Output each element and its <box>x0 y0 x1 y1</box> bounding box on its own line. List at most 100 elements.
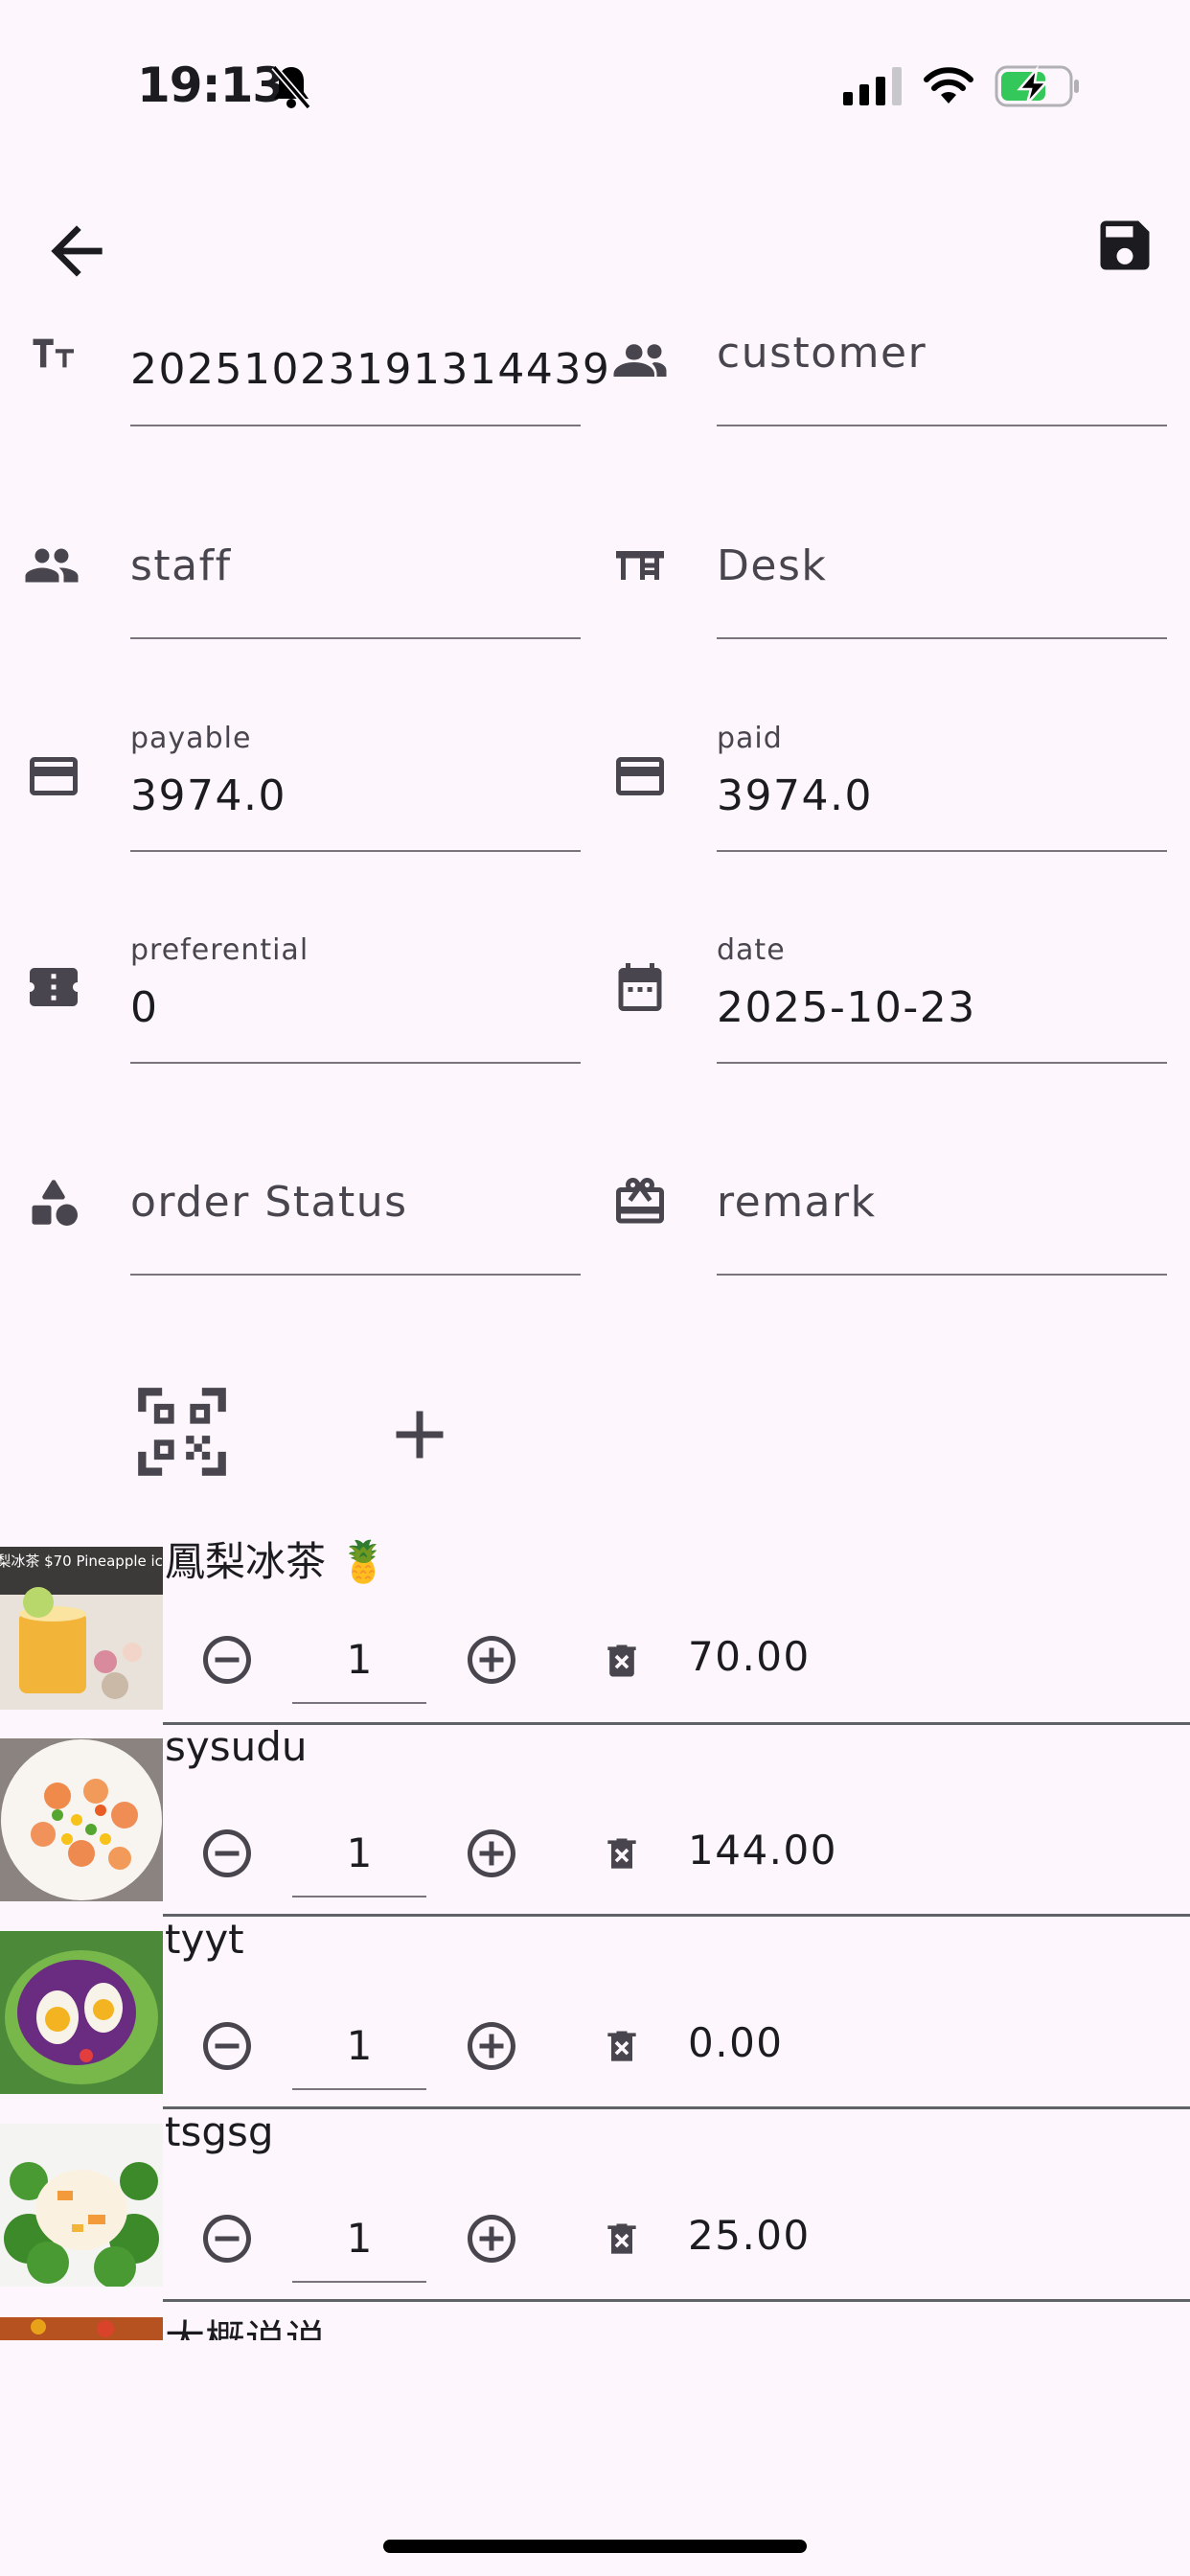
item-price: 70.00 <box>688 1633 811 1680</box>
item-divider <box>163 1722 1190 1725</box>
item-thumbnail <box>0 2124 163 2287</box>
trash-icon <box>607 1838 636 1869</box>
home-indicator <box>383 2540 807 2553</box>
item-divider <box>163 2106 1190 2109</box>
scan-qr-button[interactable] <box>134 1384 230 1480</box>
quantity-input[interactable]: 1 <box>292 1811 426 1898</box>
battery-charging-icon <box>995 65 1079 107</box>
remove-circle-icon <box>203 1829 251 1877</box>
customer-placeholder: customer <box>717 329 927 378</box>
decrement-button[interactable] <box>198 2210 256 2267</box>
order-status-field[interactable]: order Status <box>130 1178 581 1276</box>
add-circle-icon <box>468 1636 515 1684</box>
item-price: 0.00 <box>688 2019 784 2066</box>
bell-muted-icon <box>271 64 311 110</box>
item-name: sysudu <box>165 1723 308 1770</box>
item-thumbnail: 鳳梨冰茶 $70 Pineapple iced <box>0 1547 163 1710</box>
back-button[interactable] <box>38 213 115 289</box>
order-number-value: 20251023191314439 <box>130 345 611 394</box>
staff-placeholder: staff <box>130 541 232 590</box>
item-name: tsgsg <box>165 2108 274 2155</box>
item-price: 25.00 <box>688 2212 811 2259</box>
decrement-button[interactable] <box>198 2017 256 2075</box>
delete-item-button[interactable] <box>601 2023 643 2071</box>
title-icon <box>25 329 82 386</box>
payable-field[interactable]: payable 3974.0 <box>130 722 581 852</box>
desk-placeholder: Desk <box>717 541 828 590</box>
shapes-icon <box>25 1173 82 1230</box>
status-time: 19:13 <box>137 58 286 113</box>
order-item: sysudu 1 144.00 <box>0 1723 1190 1920</box>
plus-icon <box>396 1411 444 1459</box>
preferential-value: 0 <box>130 983 159 1032</box>
wifi-icon <box>924 67 973 104</box>
order-item: tsgsg 1 25.00 <box>0 2108 1190 2306</box>
date-value: 2025-10-23 <box>717 983 976 1032</box>
quantity-input[interactable]: 1 <box>292 2196 426 2283</box>
quantity-input[interactable]: 1 <box>292 2004 426 2090</box>
payable-value: 3974.0 <box>130 771 286 820</box>
remark-placeholder: remark <box>717 1178 877 1227</box>
paid-label: paid <box>717 722 783 755</box>
decrement-button[interactable] <box>198 1631 256 1689</box>
remark-field[interactable]: remark <box>717 1178 1167 1276</box>
item-name: tyyt <box>165 1916 244 1963</box>
credit-card-icon <box>25 748 82 805</box>
item-thumbnail <box>0 1738 163 1901</box>
save-icon <box>1100 220 1150 270</box>
desk-field[interactable]: Desk <box>717 541 1167 639</box>
decrement-button[interactable] <box>198 1825 256 1882</box>
increment-button[interactable] <box>463 1631 520 1689</box>
delete-item-button[interactable] <box>601 1637 643 1685</box>
order-number-field[interactable]: 20251023191314439 <box>130 329 609 426</box>
trash-icon <box>607 1644 636 1677</box>
add-circle-icon <box>468 1829 515 1877</box>
item-divider <box>163 2299 1190 2302</box>
remove-circle-icon <box>203 2215 251 2263</box>
customer-field[interactable]: customer <box>717 329 1167 426</box>
arrow-back-icon <box>51 225 103 277</box>
increment-button[interactable] <box>463 2017 520 2075</box>
desk-icon <box>611 537 669 594</box>
trash-icon <box>607 2223 636 2254</box>
gift-icon <box>611 1173 669 1230</box>
item-thumbnail <box>0 1931 163 2094</box>
qr-code-scanner-icon <box>138 1388 226 1476</box>
increment-button[interactable] <box>463 1825 520 1882</box>
item-name: 鳳梨冰茶 🍍 <box>165 1538 389 1585</box>
thumb-caption: 鳳梨冰茶 $70 Pineapple iced <box>0 1552 163 1570</box>
date-label: date <box>717 933 786 967</box>
cellular-signal-icon <box>843 67 902 105</box>
preferential-label: preferential <box>130 933 309 967</box>
staff-icon <box>23 537 80 594</box>
add-circle-icon <box>468 2215 515 2263</box>
item-thumbnail <box>0 2317 163 2340</box>
customer-icon <box>611 329 669 386</box>
order-item-clipped: 大概说说 <box>0 2317 1190 2340</box>
credit-card-icon <box>611 748 669 805</box>
add-circle-icon <box>468 2022 515 2070</box>
ticket-icon <box>25 958 82 1016</box>
order-item: tyyt 1 0.00 <box>0 1916 1190 2113</box>
paid-value: 3974.0 <box>717 771 873 820</box>
remove-circle-icon <box>203 2022 251 2070</box>
preferential-field[interactable]: preferential 0 <box>130 933 581 1064</box>
order-item: 鳳梨冰茶 $70 Pineapple iced 鳳梨冰茶 🍍 1 70.00 <box>0 1535 1190 1727</box>
save-button[interactable] <box>1092 213 1157 278</box>
item-price: 144.00 <box>688 1827 837 1874</box>
date-field[interactable]: date 2025-10-23 <box>717 933 1167 1064</box>
quantity-input[interactable]: 1 <box>292 1618 426 1704</box>
calendar-icon <box>611 958 669 1016</box>
add-item-button[interactable] <box>379 1394 460 1475</box>
delete-item-button[interactable] <box>601 2216 643 2264</box>
item-divider <box>163 1914 1190 1917</box>
trash-icon <box>607 2031 636 2061</box>
order-status-placeholder: order Status <box>130 1178 408 1227</box>
item-name: 大概说说 <box>165 2317 326 2340</box>
paid-field[interactable]: paid 3974.0 <box>717 722 1167 852</box>
delete-item-button[interactable] <box>601 1830 643 1878</box>
remove-circle-icon <box>203 1636 251 1684</box>
payable-label: payable <box>130 722 252 755</box>
staff-field[interactable]: staff <box>130 541 581 639</box>
increment-button[interactable] <box>463 2210 520 2267</box>
